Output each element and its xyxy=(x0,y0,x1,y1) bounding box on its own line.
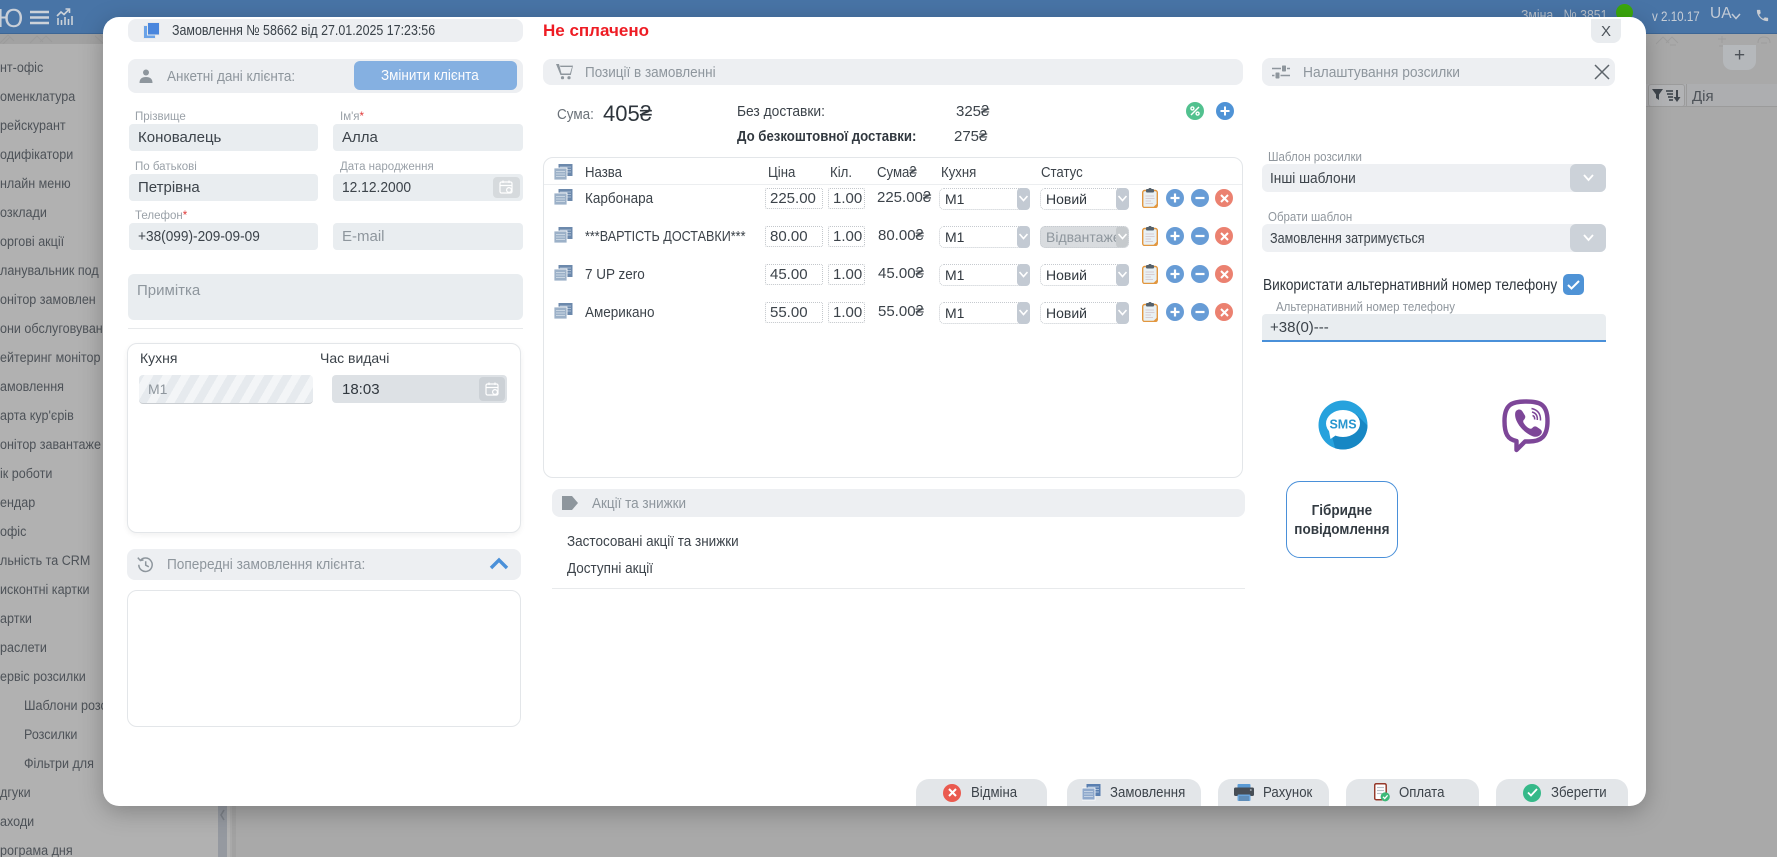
svg-text:SMS: SMS xyxy=(1329,418,1356,432)
